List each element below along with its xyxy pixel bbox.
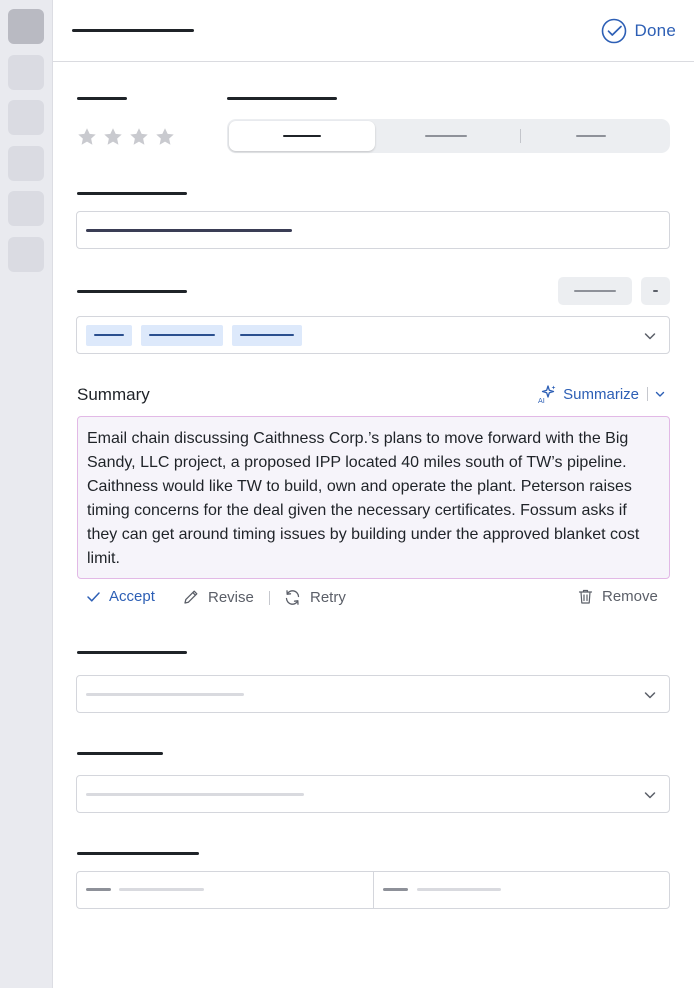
actions-separator (269, 591, 270, 605)
revise-button[interactable]: Revise (182, 588, 254, 606)
star-icon[interactable] (102, 126, 124, 148)
rail-item-2[interactable] (8, 55, 44, 90)
accept-label: Accept (109, 588, 155, 605)
star-rating[interactable] (76, 126, 176, 148)
retry-label: Retry (310, 589, 346, 606)
check-circle-icon (601, 18, 626, 44)
rail-item-4[interactable] (8, 146, 44, 181)
segmented-control (227, 119, 670, 153)
summarize-label: Summarize (563, 385, 639, 403)
remove-label: Remove (602, 588, 658, 605)
panel-header: Done (53, 0, 694, 62)
trash-icon (578, 589, 593, 604)
check-icon (87, 592, 100, 602)
field-label-3 (77, 651, 187, 654)
split-field-left[interactable] (77, 872, 373, 908)
rating-label (77, 97, 127, 100)
field-label-2 (77, 290, 187, 293)
dropdown-2-placeholder (86, 793, 304, 796)
accept-button[interactable]: Accept (86, 588, 155, 605)
tag-option-button[interactable] (558, 277, 632, 305)
segment-1[interactable] (229, 121, 375, 151)
summary-label: Summary (77, 385, 150, 404)
dropdown-field-1[interactable] (76, 675, 670, 713)
star-icon[interactable] (76, 126, 98, 148)
chevron-down-icon[interactable] (654, 388, 666, 400)
segment-2[interactable] (377, 121, 521, 151)
rail-item-6[interactable] (8, 237, 44, 272)
collapse-button[interactable] (641, 277, 670, 305)
text-field-1[interactable] (76, 211, 670, 249)
rail-item-1[interactable] (8, 9, 44, 44)
tag-chip-2[interactable] (141, 325, 223, 346)
ai-sparkle-icon: AI (538, 385, 556, 404)
chevron-down-icon[interactable] (643, 788, 657, 802)
svg-text:AI: AI (538, 397, 545, 404)
star-icon[interactable] (128, 126, 150, 148)
dropdown-1-placeholder (86, 693, 244, 696)
summary-box[interactable]: Email chain discussing Caithness Corp.’s… (77, 416, 670, 579)
revise-label: Revise (208, 588, 254, 606)
segment-3[interactable] (523, 121, 668, 151)
split-field (76, 871, 670, 909)
pencil-icon (184, 590, 198, 604)
rail-item-3[interactable] (8, 100, 44, 135)
chevron-down-icon[interactable] (643, 688, 657, 702)
refresh-icon (285, 590, 300, 605)
done-button[interactable]: Done (601, 17, 676, 45)
tags-field[interactable] (76, 316, 670, 354)
dropdown-field-2[interactable] (76, 775, 670, 813)
retry-button[interactable]: Retry (283, 588, 346, 607)
summarize-button[interactable]: AI Summarize (537, 384, 666, 404)
field-label-4 (77, 752, 163, 755)
field-label-1 (77, 192, 187, 195)
rail-item-5[interactable] (8, 191, 44, 226)
segmented-label (227, 97, 337, 100)
star-icon[interactable] (154, 126, 176, 148)
text-field-1-value (86, 229, 292, 232)
tag-chip-1[interactable] (86, 325, 132, 346)
tag-chip-3[interactable] (232, 325, 302, 346)
summary-text: Email chain discussing Caithness Corp.’s… (87, 430, 640, 567)
summarize-separator (647, 387, 648, 401)
panel-title (72, 29, 194, 32)
chevron-down-icon[interactable] (643, 329, 657, 343)
done-label: Done (634, 21, 676, 40)
left-rail (0, 0, 53, 988)
segment-divider (520, 129, 521, 143)
field-label-5 (77, 852, 199, 855)
remove-button[interactable]: Remove (577, 588, 658, 605)
summary-actions: Accept Revise Retry Remove (77, 588, 670, 608)
split-field-right[interactable] (374, 872, 669, 908)
